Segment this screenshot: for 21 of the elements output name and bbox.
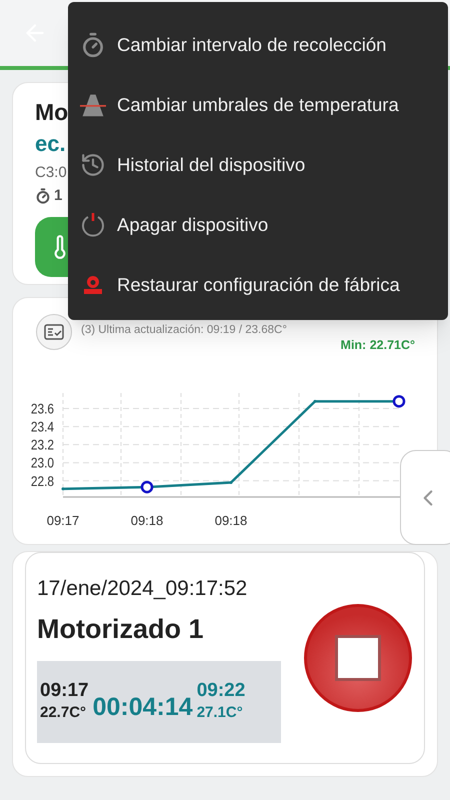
device-mac: C3:0: [35, 163, 67, 183]
start-time: 09:17: [40, 680, 89, 702]
interval-text: 1: [54, 186, 62, 206]
x-tick-label: 09:18: [214, 512, 248, 528]
session-date: 17/ene/2024_09:17:52: [37, 576, 248, 602]
device-name: Mo: [35, 98, 68, 127]
min-temperature: Min: 22.71C°: [340, 337, 415, 354]
elapsed-time: 00:04:14: [92, 692, 193, 724]
end-temperature: 27.1C°: [196, 702, 244, 723]
y-tick-label: 23.2: [30, 436, 54, 453]
x-tick-label: 09:17: [46, 512, 80, 528]
y-tick-label: 23.0: [30, 454, 54, 471]
y-tick-label: 22.8: [30, 472, 54, 489]
y-tick-label: 23.4: [30, 418, 54, 435]
start-temperature: 22.7C°: [40, 702, 88, 723]
session-name: Motorizado 1: [37, 612, 204, 646]
end-time: 09:22: [196, 680, 246, 702]
device-code: ec.: [35, 130, 66, 158]
last-update-text: (3) Ultima actualización: 09:19 / 23.68C°: [81, 323, 287, 338]
x-tick-label: 09:18: [130, 512, 164, 528]
y-tick-label: 23.6: [30, 400, 54, 417]
